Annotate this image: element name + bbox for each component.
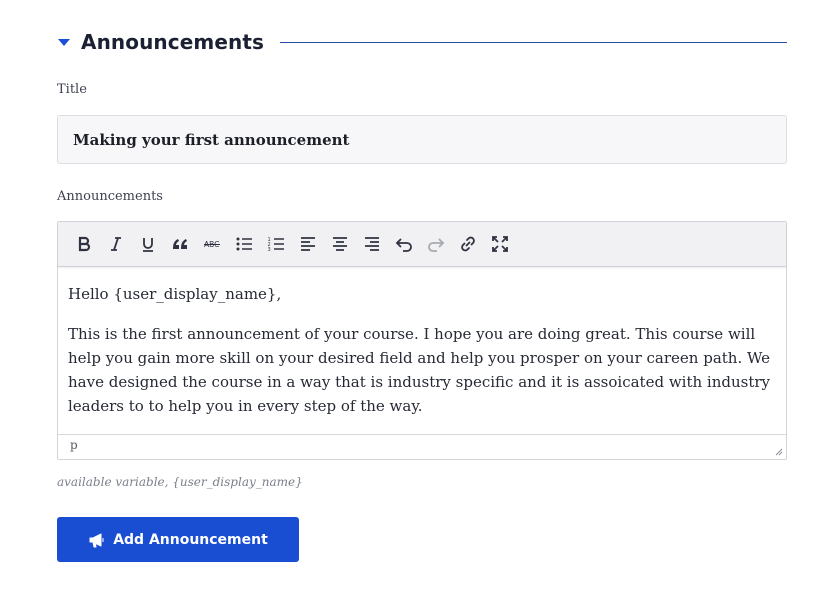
- add-announcement-button[interactable]: Add Announcement: [57, 517, 299, 562]
- variables-hint: available variable, {user_display_name}: [57, 475, 303, 489]
- underline-icon: [143, 238, 153, 252]
- link-icon: [461, 236, 475, 252]
- redo-button[interactable]: [420, 228, 452, 260]
- align-right-button[interactable]: [356, 228, 388, 260]
- align-left-button[interactable]: [292, 228, 324, 260]
- blockquote-icon: [173, 239, 187, 249]
- strikethrough-icon: ABC: [204, 240, 220, 249]
- numbered-list-button[interactable]: 123: [260, 228, 292, 260]
- announcements-label: Announcements: [57, 189, 163, 204]
- align-right-icon: [365, 237, 379, 251]
- add-announcement-label: Add Announcement: [113, 531, 268, 548]
- editor-statusbar: p: [58, 434, 786, 459]
- undo-icon: [395, 238, 412, 252]
- italic-button[interactable]: [100, 228, 132, 260]
- strikethrough-button[interactable]: ABC: [196, 228, 228, 260]
- section-divider: [280, 41, 787, 43]
- fullscreen-icon: [492, 236, 508, 252]
- editor-toolbar: ABC 123: [58, 222, 786, 267]
- megaphone-icon: [89, 533, 104, 547]
- section-title: Announcements: [81, 30, 264, 54]
- title-input[interactable]: [57, 115, 787, 164]
- bold-button[interactable]: [68, 228, 100, 260]
- editor-content[interactable]: Hello {user_display_name}, This is the f…: [58, 268, 786, 435]
- section-header: Announcements: [57, 28, 787, 56]
- greeting-paragraph: Hello {user_display_name},: [68, 285, 282, 303]
- body-paragraph: This is the first announcement of your c…: [68, 325, 771, 415]
- align-center-icon: [333, 237, 347, 251]
- fullscreen-button[interactable]: [484, 228, 516, 260]
- numbered-list-icon: 123: [268, 237, 284, 253]
- align-left-icon: [301, 237, 315, 251]
- resize-handle-icon[interactable]: [773, 446, 783, 456]
- bullet-list-button[interactable]: [228, 228, 260, 260]
- italic-icon: [111, 237, 121, 251]
- blockquote-button[interactable]: [164, 228, 196, 260]
- element-path[interactable]: p: [70, 438, 78, 452]
- title-label: Title: [57, 82, 87, 97]
- bold-icon: [78, 236, 91, 252]
- undo-button[interactable]: [388, 228, 420, 260]
- caret-down-icon[interactable]: [58, 38, 70, 46]
- rich-text-editor: ABC 123 Hello {user_display_name}, This …: [57, 221, 787, 460]
- bullet-list-icon: [236, 237, 252, 251]
- svg-text:3: 3: [268, 247, 271, 253]
- redo-icon: [428, 238, 445, 252]
- underline-button[interactable]: [132, 228, 164, 260]
- align-center-button[interactable]: [324, 228, 356, 260]
- link-button[interactable]: [452, 228, 484, 260]
